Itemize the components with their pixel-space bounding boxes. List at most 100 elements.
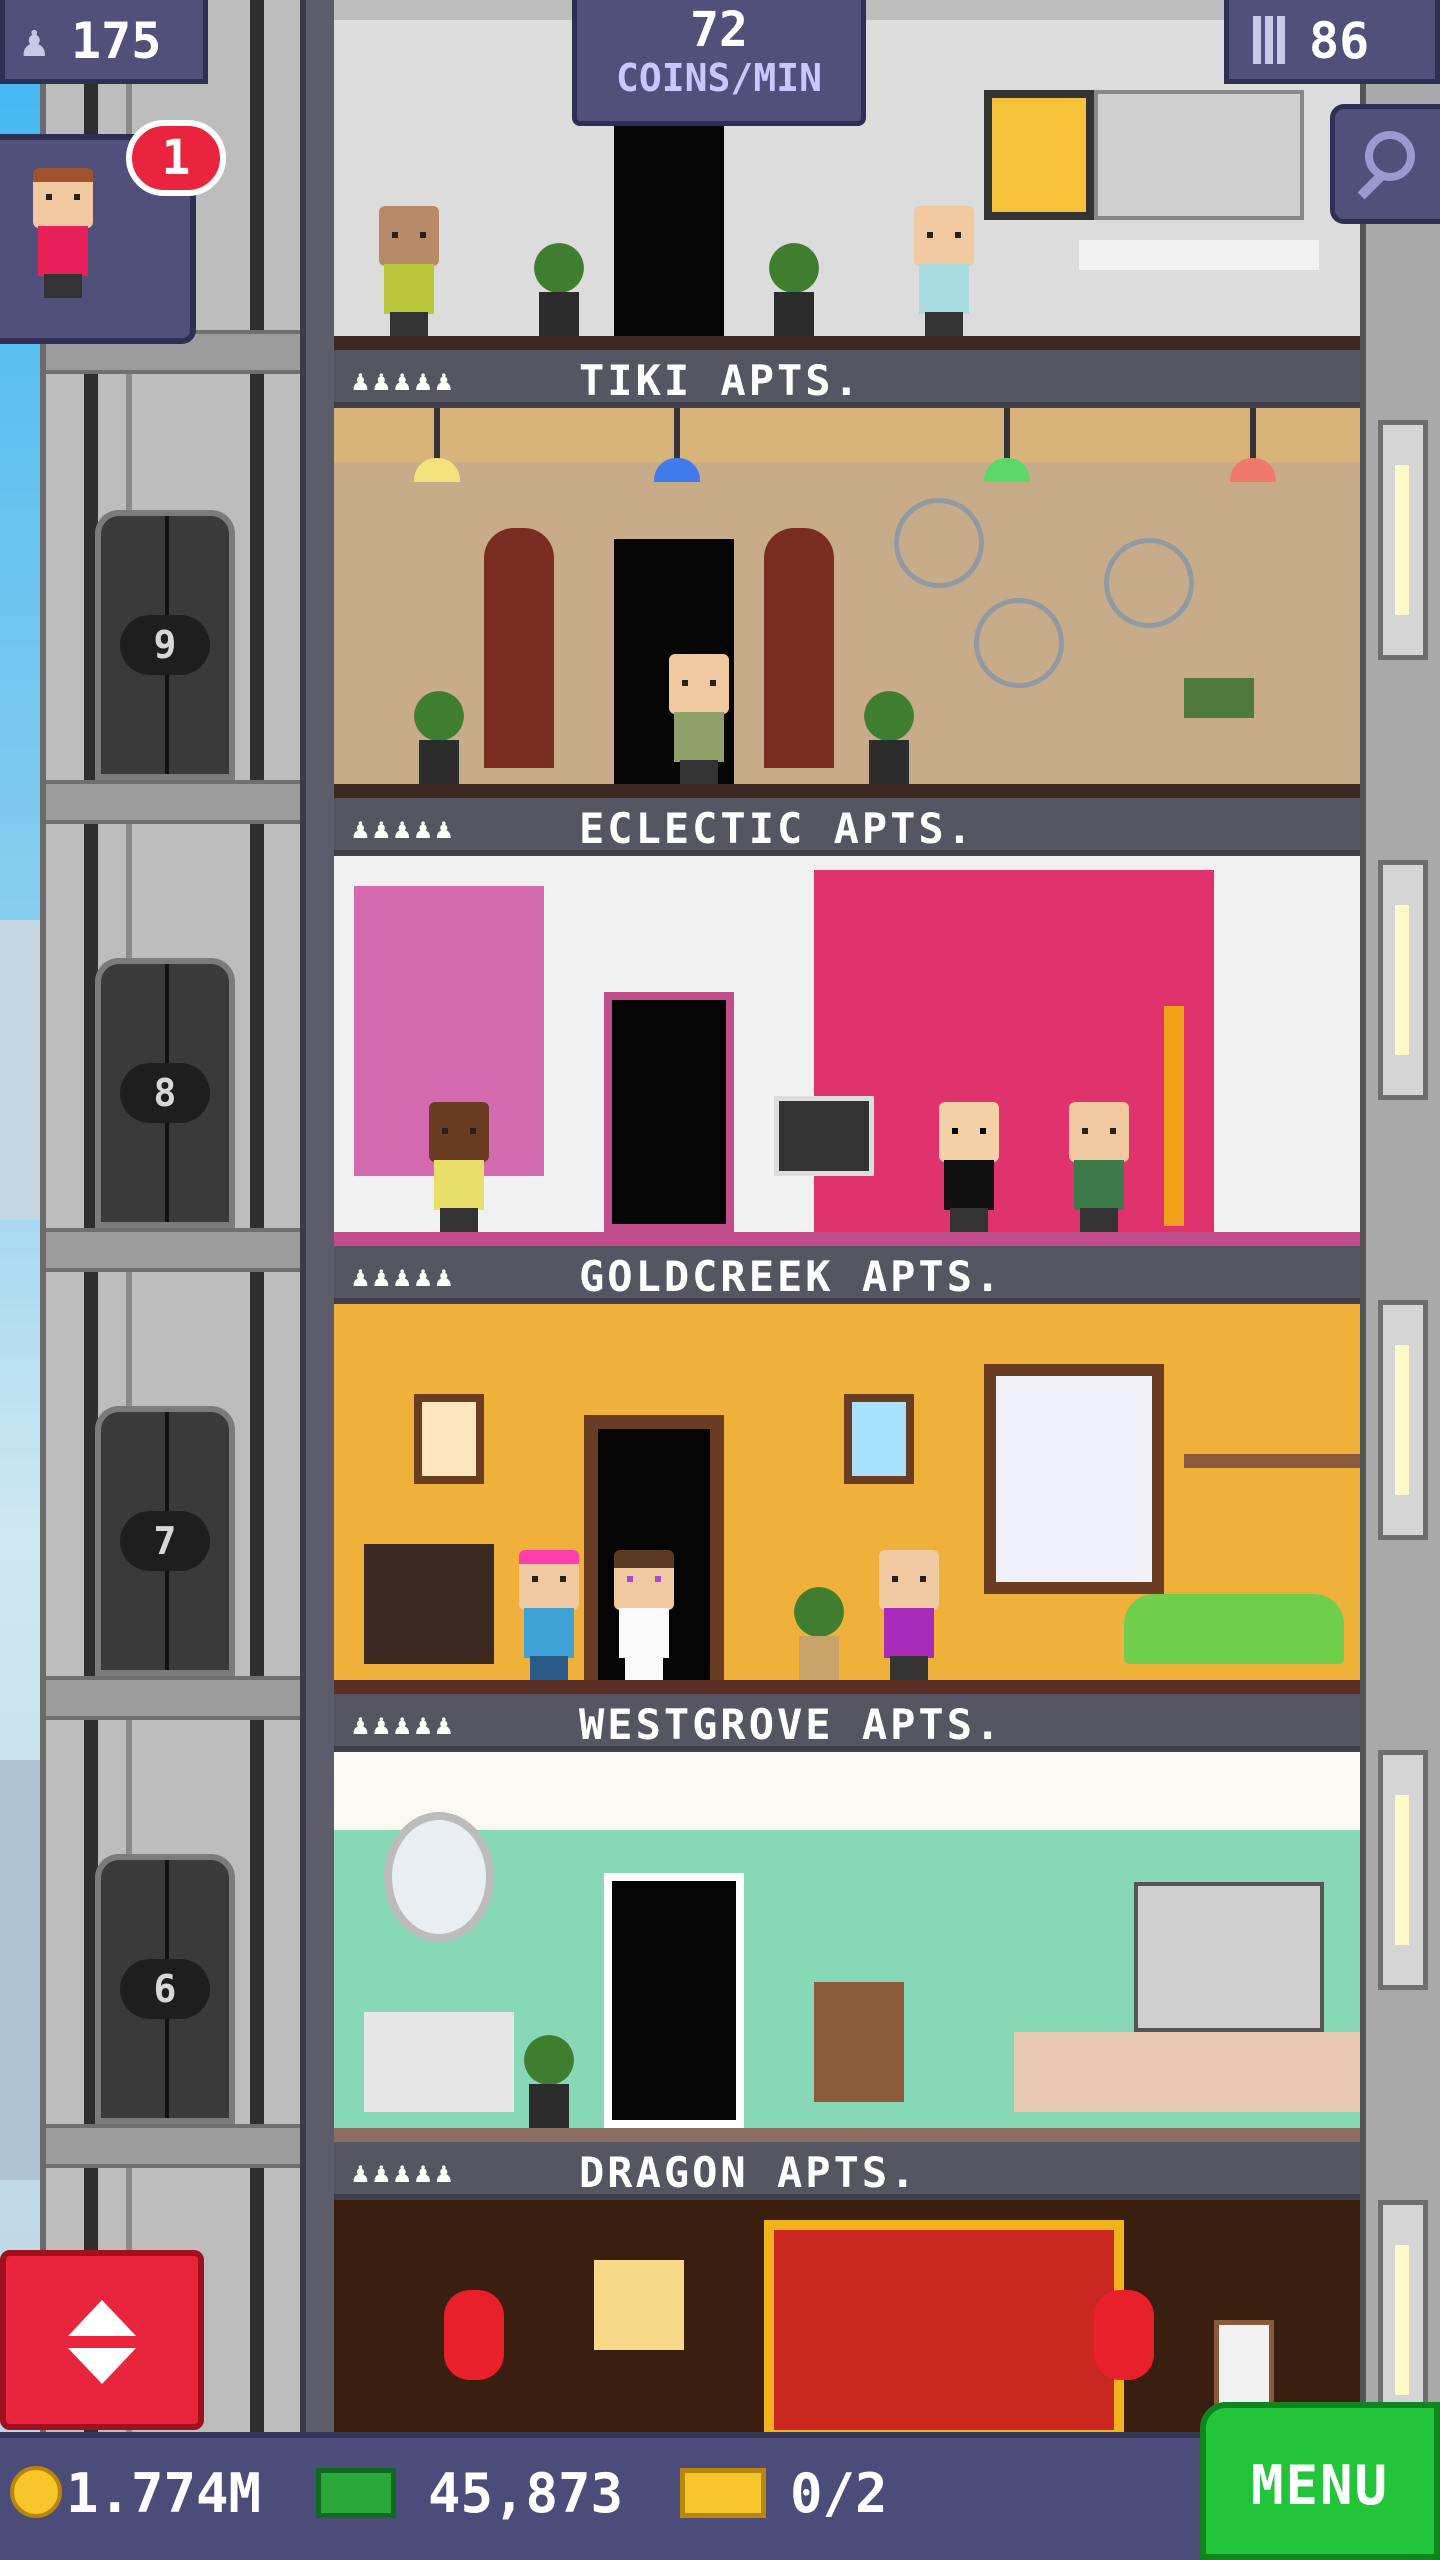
- kitchen-counter: [1079, 240, 1319, 270]
- bird-cage-green: [1104, 538, 1194, 628]
- visitor-avatar: [28, 168, 98, 298]
- kitchen-cabinet: [1134, 1882, 1324, 2032]
- shaft-rail: [84, 0, 98, 2560]
- elevator-button[interactable]: [0, 2250, 204, 2430]
- resident[interactable]: [909, 206, 979, 336]
- floor-eclectic-apts[interactable]: [334, 856, 1360, 1246]
- paper-window: [594, 2260, 684, 2350]
- resident-slots: ♟♟♟♟♟: [352, 364, 457, 397]
- window: [1378, 1750, 1428, 1990]
- resident[interactable]: [374, 206, 444, 336]
- kitchen-cabinet: [1094, 90, 1304, 220]
- resident-slots: ♟♟♟♟♟: [352, 2156, 457, 2189]
- floor-number: 6: [120, 1959, 210, 2019]
- floor-sign-dragon[interactable]: ♟♟♟♟♟ DRAGON APTS.: [334, 2142, 1360, 2200]
- wall-shelf: [1184, 1454, 1360, 1468]
- ceiling-lamp: [1230, 408, 1276, 482]
- elevator-door-floor-8[interactable]: 8: [95, 958, 235, 1228]
- floor-tiki-apts[interactable]: [334, 408, 1360, 798]
- resident-slots: ♟♟♟♟♟: [352, 1260, 457, 1293]
- floor-sign-goldcreek[interactable]: ♟♟♟♟♟ GOLDCREEK APTS.: [334, 1246, 1360, 1304]
- ceiling-lamp: [654, 408, 700, 482]
- floor-sign-eclectic[interactable]: ♟♟♟♟♟ ECLECTIC APTS.: [334, 798, 1360, 856]
- potted-plant: [404, 674, 474, 784]
- floor-sign-westgrove[interactable]: ♟♟♟♟♟ WESTGROVE APTS.: [334, 1694, 1360, 1752]
- floor-westgrove-apts[interactable]: [334, 1752, 1360, 2142]
- resident[interactable]: [424, 1102, 494, 1232]
- resident[interactable]: [609, 1550, 679, 1680]
- golden-ticket-icon: [680, 2468, 766, 2518]
- floor-name: TIKI APTS.: [579, 356, 862, 405]
- potted-plant: [784, 1570, 854, 1680]
- visitor-badge: 1: [126, 120, 226, 196]
- apartment-door[interactable]: [604, 1873, 744, 2128]
- resident[interactable]: [1064, 1102, 1134, 1232]
- tv: [774, 1096, 874, 1176]
- tiki-statue: [484, 528, 554, 768]
- menu-button[interactable]: MENU: [1200, 2402, 1440, 2560]
- coins-rate-value: 72: [690, 2, 748, 58]
- person-icon: ♟: [21, 16, 48, 67]
- zoom-button[interactable]: [1330, 104, 1440, 224]
- window: [1378, 1300, 1428, 1540]
- floor-counter[interactable]: 86: [1224, 0, 1440, 84]
- floor-name: DRAGON APTS.: [579, 2148, 919, 2197]
- tower-right-wall: [1360, 0, 1440, 2560]
- elevator-door-floor-7[interactable]: 7: [95, 1406, 235, 1676]
- potted-plant: [854, 674, 924, 784]
- apartment-door[interactable]: [604, 992, 734, 1232]
- bird-cage-blue: [894, 498, 984, 588]
- resident-slots: ♟♟♟♟♟: [352, 1708, 457, 1741]
- floor-dragon-apts[interactable]: [334, 2200, 1360, 2432]
- shaft-floor-band: [46, 780, 306, 824]
- floor-goldcreek-apts[interactable]: [334, 1304, 1360, 1694]
- elevator-door-floor-6[interactable]: 6: [95, 1854, 235, 2124]
- tickets-value[interactable]: 0/2: [790, 2462, 888, 2525]
- red-lantern: [444, 2290, 504, 2380]
- dragon-tapestry: [764, 2220, 1124, 2432]
- kitchen-counter: [1014, 2032, 1360, 2112]
- shaft-floor-band: [46, 1228, 306, 1272]
- dining-set: [814, 1982, 904, 2102]
- population-counter[interactable]: ♟ 175: [0, 0, 208, 84]
- elevator-door-floor-9[interactable]: 9: [95, 510, 235, 780]
- oval-mirror: [384, 1812, 494, 1942]
- ceiling-lamp: [984, 408, 1030, 482]
- floor-sign-tiki[interactable]: ♟♟♟♟♟ TIKI APTS.: [334, 350, 1360, 408]
- bird-cage-white: [974, 598, 1064, 688]
- window-blinds: [984, 1364, 1164, 1594]
- resident[interactable]: [934, 1102, 1004, 1232]
- floors-value: 86: [1309, 12, 1370, 70]
- ceiling-lamp: [414, 408, 460, 482]
- portrait-frame: [844, 1394, 914, 1484]
- menu-label: MENU: [1250, 2454, 1390, 2517]
- floor-name: WESTGROVE APTS.: [579, 1700, 1004, 1749]
- building-icon: [1253, 16, 1287, 64]
- lobby-door[interactable]: [614, 126, 724, 336]
- potted-plant: [514, 2018, 584, 2128]
- magnifier-icon: [1365, 131, 1415, 181]
- floor-number: 8: [120, 1063, 210, 1123]
- vanity-table: [364, 2012, 514, 2112]
- resident[interactable]: [664, 654, 734, 784]
- window: [1378, 860, 1428, 1100]
- pink-curtain: [814, 870, 1214, 1232]
- shaft-cable: [126, 0, 132, 2560]
- resident[interactable]: [874, 1550, 944, 1680]
- wall-painting: [984, 90, 1094, 220]
- red-lantern: [1094, 2290, 1154, 2380]
- green-sofa: [1124, 1594, 1344, 1664]
- floor-name: ECLECTIC APTS.: [579, 804, 976, 853]
- coins-rate-panel[interactable]: 72 COINS/MIN: [572, 0, 866, 126]
- bux-value[interactable]: 45,873: [428, 2462, 623, 2525]
- window: [1378, 420, 1428, 660]
- tiki-statue: [764, 528, 834, 768]
- elevator-shaft[interactable]: [40, 0, 312, 2560]
- shaft-floor-band: [46, 2124, 306, 2168]
- floor-number: 7: [120, 1511, 210, 1571]
- tower-bux-icon: [316, 2468, 396, 2518]
- radio: [1184, 678, 1254, 718]
- floor-number: 9: [120, 615, 210, 675]
- coins-value[interactable]: 1.774M: [66, 2462, 261, 2525]
- resident[interactable]: [514, 1550, 584, 1680]
